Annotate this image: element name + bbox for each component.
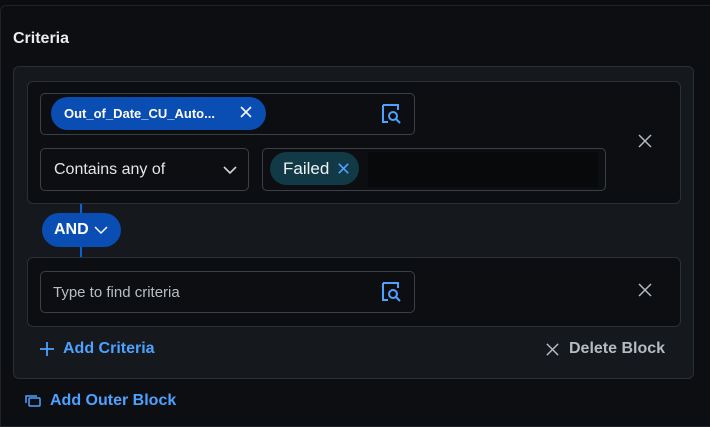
chevron-down-icon bbox=[94, 226, 108, 235]
find-criteria-placeholder: Type to find criteria bbox=[53, 283, 180, 301]
add-criteria-button[interactable]: Add Criteria bbox=[39, 338, 155, 360]
delete-block-label: Delete Block bbox=[569, 340, 666, 357]
value-chip[interactable]: Failed bbox=[270, 152, 359, 185]
plus-icon bbox=[40, 342, 54, 356]
add-outer-block-icon bbox=[25, 395, 41, 407]
values-input-area[interactable] bbox=[368, 152, 598, 187]
delete-block-button[interactable]: Delete Block bbox=[545, 338, 665, 360]
find-criteria-input[interactable]: Type to find criteria bbox=[40, 271, 415, 313]
close-icon[interactable] bbox=[336, 161, 351, 176]
close-icon[interactable] bbox=[238, 104, 254, 120]
chevron-down-icon bbox=[223, 166, 237, 175]
and-operator-label: AND bbox=[54, 221, 89, 238]
remove-criteria-icon[interactable] bbox=[637, 282, 653, 298]
search-criteria-icon[interactable] bbox=[379, 280, 403, 304]
add-criteria-label: Add Criteria bbox=[63, 340, 155, 357]
search-criteria-icon[interactable] bbox=[379, 102, 403, 126]
criteria-chip[interactable]: Out_of_Date_CU_Auto... bbox=[51, 97, 266, 130]
operator-select[interactable]: Contains any of bbox=[40, 148, 249, 191]
operator-select-value: Contains any of bbox=[54, 160, 166, 178]
add-outer-block-label: Add Outer Block bbox=[50, 392, 177, 409]
criteria-chip-label: Out_of_Date_CU_Auto... bbox=[64, 106, 215, 121]
remove-criteria-icon[interactable] bbox=[637, 133, 653, 149]
close-icon bbox=[546, 342, 559, 356]
section-title: Criteria bbox=[13, 30, 70, 47]
connector-line-bottom bbox=[80, 246, 82, 257]
value-chip-label: Failed bbox=[283, 158, 330, 178]
and-operator-button[interactable]: AND bbox=[42, 213, 121, 247]
add-outer-block-button[interactable]: Add Outer Block bbox=[25, 390, 176, 412]
